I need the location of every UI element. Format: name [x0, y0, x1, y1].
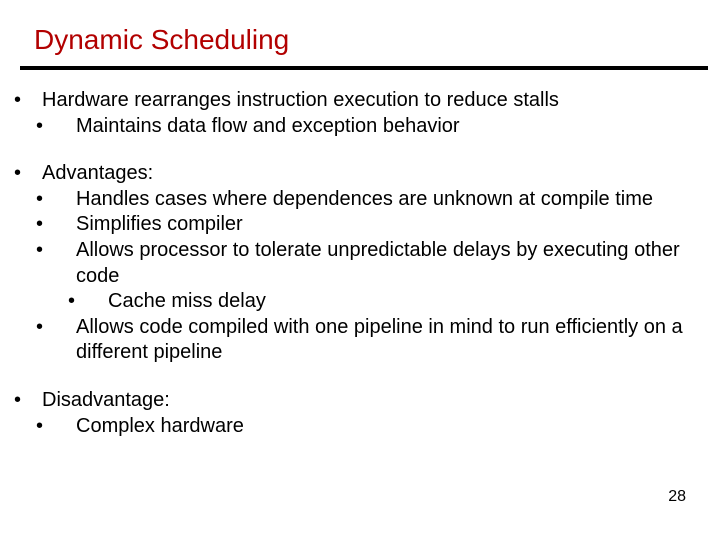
bullet-text: Allows code compiled with one pipeline i… [76, 316, 683, 364]
section-hardware: •Hardware rearranges instruction executi… [28, 88, 700, 139]
bullet-text: Complex hardware [76, 415, 244, 437]
page-number: 28 [668, 488, 686, 506]
bullet-text: Maintains data flow and exception behavi… [76, 115, 460, 137]
title-rule [20, 66, 708, 70]
bullet-icon: • [28, 88, 42, 114]
bullet-l3: •Cache miss delay [48, 289, 700, 315]
bullet-icon: • [88, 289, 108, 315]
section-heading: Hardware rearranges instruction executio… [42, 89, 559, 111]
bullet-icon: • [28, 161, 42, 187]
bullet-l2: •Complex hardware [48, 414, 700, 440]
bullet-text: Cache miss delay [108, 290, 266, 312]
bullet-icon: • [56, 315, 76, 341]
bullet-text: Handles cases where dependences are unkn… [76, 188, 653, 210]
section-advantages: •Advantages: •Handles cases where depend… [28, 161, 700, 366]
bullet-l1: •Hardware rearranges instruction executi… [42, 88, 700, 114]
bullet-icon: • [28, 388, 42, 414]
bullet-l2: •Allows processor to tolerate unpredicta… [48, 238, 700, 289]
bullet-text: Allows processor to tolerate unpredictab… [76, 239, 680, 287]
slide-content: •Hardware rearranges instruction executi… [28, 88, 700, 439]
slide: Dynamic Scheduling •Hardware rearranges … [0, 0, 720, 540]
section-heading: Disadvantage: [42, 389, 170, 411]
section-heading: Advantages: [42, 162, 153, 184]
bullet-icon: • [56, 187, 76, 213]
bullet-l2: •Handles cases where dependences are unk… [48, 187, 700, 213]
bullet-l2: •Simplifies compiler [48, 212, 700, 238]
bullet-icon: • [56, 114, 76, 140]
bullet-l1: •Advantages: [42, 161, 700, 187]
bullet-text: Simplifies compiler [76, 213, 243, 235]
bullet-icon: • [56, 212, 76, 238]
bullet-l1: •Disadvantage: [42, 388, 700, 414]
bullet-l2: •Maintains data flow and exception behav… [48, 114, 700, 140]
section-disadvantage: •Disadvantage: •Complex hardware [28, 388, 700, 439]
bullet-l2: •Allows code compiled with one pipeline … [48, 315, 700, 366]
bullet-icon: • [56, 238, 76, 264]
slide-title: Dynamic Scheduling [28, 24, 700, 66]
bullet-icon: • [56, 414, 76, 440]
